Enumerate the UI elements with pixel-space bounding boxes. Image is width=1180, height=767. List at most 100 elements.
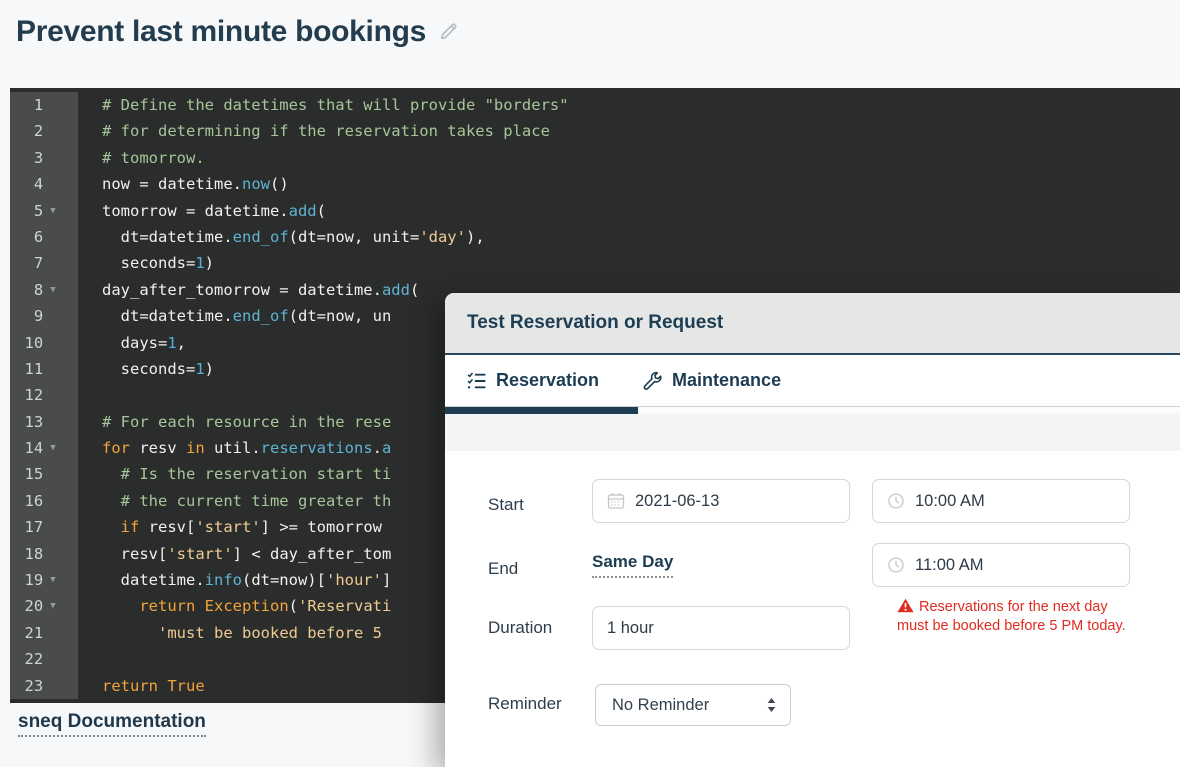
code-line: 6 dt=datetime.end_of(dt=now, unit='day')… bbox=[10, 224, 1180, 250]
code-line: 3 # tomorrow. bbox=[10, 145, 1180, 171]
code-text: # the current time greater th bbox=[78, 488, 391, 514]
line-number: 7 bbox=[10, 250, 43, 276]
tab-label: Maintenance bbox=[672, 370, 781, 391]
line-number: 19 bbox=[10, 567, 43, 593]
code-text: if resv['start'] >= tomorrow bbox=[78, 514, 382, 540]
wrench-icon bbox=[643, 371, 663, 391]
fold-spacer bbox=[43, 92, 78, 118]
reminder-label: Reminder bbox=[488, 692, 562, 716]
page-header: Prevent last minute bookings bbox=[16, 15, 459, 49]
fold-arrow-icon[interactable]: ▼ bbox=[43, 593, 78, 619]
code-text: # tomorrow. bbox=[78, 145, 205, 171]
code-line: 4now = datetime.now() bbox=[10, 171, 1180, 197]
line-number: 17 bbox=[10, 514, 43, 540]
fold-spacer bbox=[43, 541, 78, 567]
warning-triangle-icon bbox=[897, 598, 914, 613]
fold-spacer bbox=[43, 514, 78, 540]
line-number: 3 bbox=[10, 145, 43, 171]
fold-spacer bbox=[43, 646, 78, 672]
line-number: 18 bbox=[10, 541, 43, 567]
fold-arrow-icon[interactable]: ▼ bbox=[43, 567, 78, 593]
line-number: 14 bbox=[10, 435, 43, 461]
line-number-gutter: 7 bbox=[10, 250, 78, 276]
start-time-input[interactable]: 10:00 AM bbox=[872, 479, 1130, 523]
fold-spacer bbox=[43, 303, 78, 329]
code-text: seconds=1) bbox=[78, 356, 214, 382]
error-message: Reservations for the next day must be bo… bbox=[897, 598, 1131, 636]
fold-spacer bbox=[43, 250, 78, 276]
code-text: days=1, bbox=[78, 330, 186, 356]
select-caret-icon bbox=[766, 697, 777, 713]
code-text: seconds=1) bbox=[78, 250, 214, 276]
clock-icon bbox=[887, 556, 905, 574]
tab-maintenance[interactable]: Maintenance bbox=[643, 370, 781, 391]
code-text: for resv in util.reservations.a bbox=[78, 435, 391, 461]
fold-spacer bbox=[43, 118, 78, 144]
line-number: 5 bbox=[10, 198, 43, 224]
code-text: tomorrow = datetime.add( bbox=[78, 198, 326, 224]
line-number-gutter: 8▼ bbox=[10, 277, 78, 303]
edit-title-icon[interactable] bbox=[438, 21, 459, 47]
fold-spacer bbox=[43, 171, 78, 197]
line-number-gutter: 4 bbox=[10, 171, 78, 197]
end-label: End bbox=[488, 557, 518, 581]
page-title: Prevent last minute bookings bbox=[16, 15, 426, 49]
line-number-gutter: 19▼ bbox=[10, 567, 78, 593]
code-text: return Exception('Reservati bbox=[78, 593, 391, 619]
fold-spacer bbox=[43, 224, 78, 250]
fold-arrow-icon[interactable]: ▼ bbox=[43, 198, 78, 224]
code-text: # Is the reservation start ti bbox=[78, 461, 391, 487]
code-line: 1 # Define the datetimes that will provid… bbox=[10, 92, 1180, 118]
checklist-icon bbox=[467, 371, 487, 391]
line-number-gutter: 13 bbox=[10, 409, 78, 435]
code-text: # Define the datetimes that will provide… bbox=[78, 92, 569, 118]
line-number-gutter: 17 bbox=[10, 514, 78, 540]
line-number: 2 bbox=[10, 118, 43, 144]
duration-input[interactable]: 1 hour bbox=[592, 606, 850, 650]
line-number: 16 bbox=[10, 488, 43, 514]
start-date-input[interactable]: 2021-06-13 bbox=[592, 479, 850, 523]
start-date-value: 2021-06-13 bbox=[635, 492, 719, 511]
fold-arrow-icon[interactable]: ▼ bbox=[43, 435, 78, 461]
line-number: 1 bbox=[10, 92, 43, 118]
test-reservation-modal: Test Reservation or Request Reservation M… bbox=[445, 293, 1180, 767]
line-number-gutter: 5▼ bbox=[10, 198, 78, 224]
code-text: # For each resource in the rese bbox=[78, 409, 391, 435]
line-number-gutter: 23 bbox=[10, 673, 78, 699]
same-day-badge[interactable]: Same Day bbox=[592, 552, 673, 578]
tab-label: Reservation bbox=[496, 370, 599, 391]
line-number: 23 bbox=[10, 673, 43, 699]
code-line: 2 # for determining if the reservation ta… bbox=[10, 118, 1180, 144]
start-time-value: 10:00 AM bbox=[915, 492, 985, 511]
reminder-select[interactable]: No Reminder bbox=[595, 684, 791, 726]
code-text: now = datetime.now() bbox=[78, 171, 289, 197]
active-tab-indicator bbox=[445, 407, 638, 414]
code-text bbox=[78, 646, 102, 672]
fold-spacer bbox=[43, 673, 78, 699]
line-number-gutter: 18 bbox=[10, 541, 78, 567]
modal-title: Test Reservation or Request bbox=[467, 312, 723, 334]
line-number-gutter: 12 bbox=[10, 382, 78, 408]
line-number-gutter: 11 bbox=[10, 356, 78, 382]
line-number: 9 bbox=[10, 303, 43, 329]
fold-spacer bbox=[43, 356, 78, 382]
duration-label: Duration bbox=[488, 616, 552, 640]
reservation-form: Start 2021-06-13 10:00 AM End Same Day bbox=[445, 451, 1180, 767]
end-time-input[interactable]: 11:00 AM bbox=[872, 543, 1130, 587]
fold-spacer bbox=[43, 620, 78, 646]
tab-reservation[interactable]: Reservation bbox=[467, 370, 599, 391]
error-text: Reservations for the next day must be bo… bbox=[897, 599, 1126, 634]
code-text: dt=datetime.end_of(dt=now, unit='day'), bbox=[78, 224, 485, 250]
fold-arrow-icon[interactable]: ▼ bbox=[43, 277, 78, 303]
documentation-link[interactable]: sneq Documentation bbox=[18, 711, 206, 737]
line-number: 8 bbox=[10, 277, 43, 303]
fold-spacer bbox=[43, 409, 78, 435]
code-text: return True bbox=[78, 673, 205, 699]
line-number: 22 bbox=[10, 646, 43, 672]
fold-spacer bbox=[43, 461, 78, 487]
duration-value: 1 hour bbox=[607, 619, 654, 638]
tab-indicator-row bbox=[445, 407, 1180, 414]
code-text: # for determining if the reservation tak… bbox=[78, 118, 550, 144]
line-number: 6 bbox=[10, 224, 43, 250]
line-number-gutter: 16 bbox=[10, 488, 78, 514]
